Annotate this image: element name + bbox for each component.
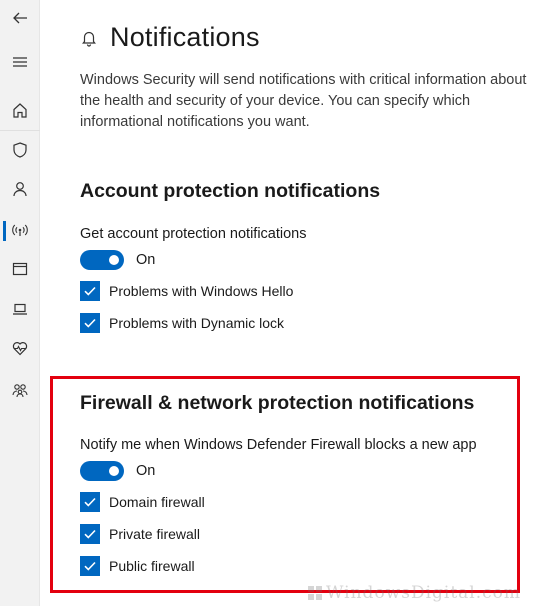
wireless-antenna-icon	[12, 224, 28, 236]
windows-logo-icon	[308, 586, 322, 600]
nav-virus-protection[interactable]	[0, 132, 40, 168]
nav-home[interactable]	[0, 92, 40, 128]
account-setting-label: Get account protection notifications	[80, 226, 307, 242]
checkbox-label: Problems with Windows Hello	[109, 283, 294, 299]
checkmark-icon	[84, 286, 96, 296]
red-highlight-box	[50, 376, 520, 593]
nav-app-browser-control[interactable]	[0, 251, 40, 287]
heart-pulse-icon	[12, 342, 28, 356]
checkmark-icon	[84, 318, 96, 328]
back-button[interactable]	[0, 0, 40, 36]
home-icon	[13, 103, 27, 118]
watermark: WindowsDigital.com	[308, 580, 558, 606]
page-title: Notifications	[110, 22, 260, 52]
page-description: Windows Security will send notifications…	[80, 72, 527, 130]
toggle-knob	[109, 255, 119, 265]
toggle-switch[interactable]	[80, 250, 124, 270]
nav-firewall-network[interactable]	[0, 212, 40, 248]
page-header: Notifications	[80, 22, 260, 53]
navigation-rail	[0, 0, 40, 606]
watermark-text: WindowsDigital.com	[326, 583, 522, 603]
nav-account-protection[interactable]	[0, 171, 40, 207]
checkbox-box[interactable]	[80, 313, 100, 333]
back-arrow-icon	[13, 12, 27, 24]
laptop-icon	[13, 303, 27, 315]
browser-window-icon	[12, 262, 28, 276]
account-notifications-toggle[interactable]: On	[80, 250, 155, 270]
account-section-title: Account protection notifications	[80, 180, 381, 202]
toggle-state-label: On	[136, 252, 156, 268]
family-icon	[12, 384, 28, 398]
menu-button[interactable]	[0, 44, 40, 80]
checkbox-label: Problems with Dynamic lock	[109, 315, 285, 331]
nav-device-security[interactable]	[0, 291, 40, 327]
nav-family-options[interactable]	[0, 372, 40, 408]
hamburger-menu-icon	[13, 57, 27, 67]
checkbox-box[interactable]	[80, 281, 100, 301]
bell-icon	[82, 31, 96, 47]
nav-device-performance[interactable]	[0, 330, 40, 366]
shield-icon	[13, 142, 27, 158]
person-icon	[13, 182, 27, 197]
checkbox-dynamic-lock[interactable]: Problems with Dynamic lock	[80, 313, 284, 333]
checkbox-windows-hello[interactable]: Problems with Windows Hello	[80, 281, 293, 301]
